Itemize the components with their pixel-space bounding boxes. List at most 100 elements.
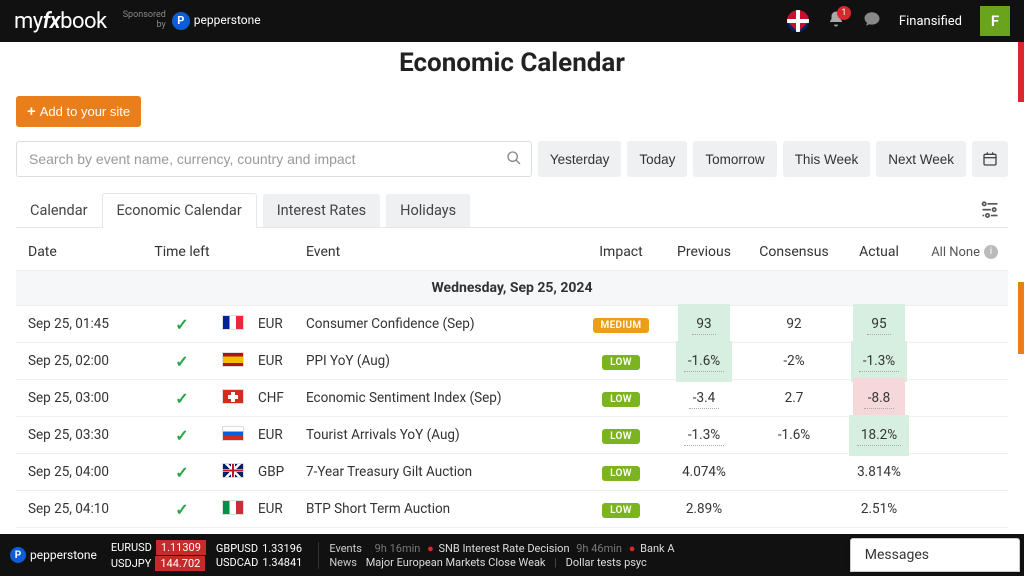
logo-book: book xyxy=(60,9,107,34)
th-previous[interactable]: Previous xyxy=(660,244,748,260)
dot-icon: ● xyxy=(629,542,636,555)
ticker-pair[interactable]: USDJPY144.702 xyxy=(111,556,206,571)
th-event[interactable]: Event xyxy=(306,244,582,260)
cell-event[interactable]: PPI YoY (Aug) xyxy=(306,353,582,369)
flag-icon xyxy=(222,389,244,404)
th-consensus[interactable]: Consensus xyxy=(748,244,840,260)
cell-impact: LOW xyxy=(582,501,660,518)
cell-consensus: 92 xyxy=(748,306,840,342)
cell-time: ✓ xyxy=(142,500,222,519)
cell-actual: 3.814% xyxy=(840,454,918,490)
tab-calendar[interactable]: Calendar xyxy=(16,194,102,227)
impact-badge: LOW xyxy=(602,392,640,407)
ticker-pair[interactable]: EURUSD1.11309 xyxy=(111,540,206,555)
cell-currency: EUR xyxy=(258,316,306,332)
ticker-event-time: 9h 16min xyxy=(375,542,421,555)
add-to-site-button[interactable]: + Add to your site xyxy=(16,96,141,127)
range-next-week[interactable]: Next Week xyxy=(876,141,966,177)
logo[interactable]: myfxbook xyxy=(14,9,107,34)
info-icon: i xyxy=(984,245,998,259)
cell-currency: EUR xyxy=(258,501,306,517)
search-input[interactable] xyxy=(16,141,532,177)
notifications-icon[interactable]: 1 xyxy=(827,10,845,33)
tab-interest-rates[interactable]: Interest Rates xyxy=(263,194,380,227)
cell-time: ✓ xyxy=(142,426,222,445)
cell-previous: -1.6% xyxy=(660,343,748,379)
tab-economic-calendar[interactable]: Economic Calendar xyxy=(102,193,257,228)
avatar[interactable]: F xyxy=(980,6,1010,36)
cell-actual: 95 xyxy=(840,306,918,342)
search-box xyxy=(16,141,532,177)
date-picker-button[interactable] xyxy=(972,141,1008,177)
flag-icon xyxy=(222,315,244,330)
sponsored-by-label: by xyxy=(123,21,166,31)
table-row[interactable]: Sep 25, 04:00 ✓ GBP 7-Year Treasury Gilt… xyxy=(16,454,1008,491)
cell-consensus: -1.6% xyxy=(748,417,840,453)
cell-consensus xyxy=(748,491,840,527)
cell-event[interactable]: Tourist Arrivals YoY (Aug) xyxy=(306,427,582,443)
ticker-event-time: 9h 46min xyxy=(576,542,622,555)
table-row[interactable]: Sep 25, 01:45 ✓ EUR Consumer Confidence … xyxy=(16,306,1008,343)
cell-flag xyxy=(222,315,258,334)
th-time-left[interactable]: Time left xyxy=(142,244,222,260)
cell-previous: 4.074% xyxy=(660,454,748,490)
cell-event[interactable]: BTP Short Term Auction xyxy=(306,501,582,517)
pepperstone-icon: P xyxy=(10,547,26,563)
settings-icon[interactable] xyxy=(972,194,1008,227)
ticker-pair[interactable]: GBPUSD1.33196 xyxy=(216,542,302,555)
cell-date: Sep 25, 04:10 xyxy=(22,501,142,517)
ticker-event-text[interactable]: SNB Interest Rate Decision xyxy=(438,542,569,555)
table-row[interactable]: Sep 25, 02:00 ✓ EUR PPI YoY (Aug) LOW -1… xyxy=(16,343,1008,380)
date-group-header: Wednesday, Sep 25, 2024 xyxy=(16,271,1008,306)
messages-panel[interactable]: Messages xyxy=(850,538,1020,572)
cell-date: Sep 25, 03:00 xyxy=(22,390,142,406)
cell-actual: 18.2% xyxy=(840,417,918,453)
sponsored-by[interactable]: Sponsored by P pepperstone xyxy=(123,11,261,31)
table-row[interactable]: Sep 25, 03:30 ✓ EUR Tourist Arrivals YoY… xyxy=(16,417,1008,454)
messages-label: Messages xyxy=(865,547,929,563)
cell-event[interactable]: Consumer Confidence (Sep) xyxy=(306,316,582,332)
flag-icon xyxy=(222,463,244,478)
logo-fx: fx xyxy=(43,9,60,34)
ticker-news-item[interactable]: Dollar tests psyc xyxy=(566,556,647,569)
cell-previous: -3.4 xyxy=(660,380,748,416)
cell-date: Sep 25, 01:45 xyxy=(22,316,142,332)
tab-holidays[interactable]: Holidays xyxy=(386,194,470,227)
impact-badge: LOW xyxy=(602,429,640,444)
cell-actual: -8.8 xyxy=(840,380,918,416)
cell-flag xyxy=(222,352,258,371)
range-yesterday[interactable]: Yesterday xyxy=(538,141,622,177)
check-icon: ✓ xyxy=(175,426,188,445)
side-accent xyxy=(1018,42,1024,442)
table-row[interactable]: Sep 25, 03:00 ✓ CHF Economic Sentiment I… xyxy=(16,380,1008,417)
range-this-week[interactable]: This Week xyxy=(783,141,871,177)
cell-event[interactable]: 7-Year Treasury Gilt Auction xyxy=(306,464,582,480)
language-flag-icon[interactable] xyxy=(787,10,809,32)
impact-badge: LOW xyxy=(602,355,640,370)
th-impact[interactable]: Impact xyxy=(582,244,660,260)
impact-badge: LOW xyxy=(602,466,640,481)
cell-currency: GBP xyxy=(258,464,306,480)
cell-consensus: 2.7 xyxy=(748,380,840,416)
th-all-none[interactable]: All Nonei xyxy=(918,245,1002,260)
range-tomorrow[interactable]: Tomorrow xyxy=(693,141,776,177)
th-date[interactable]: Date xyxy=(22,244,142,260)
cell-currency: EUR xyxy=(258,427,306,443)
tabs: Calendar Economic Calendar Interest Rate… xyxy=(16,193,1008,228)
ticker-news-item[interactable]: Major European Markets Close Weak xyxy=(366,556,546,569)
ticker-event-text[interactable]: Bank A xyxy=(640,542,674,555)
plus-icon: + xyxy=(27,103,36,120)
range-today[interactable]: Today xyxy=(627,141,687,177)
cell-time: ✓ xyxy=(142,463,222,482)
cell-flag xyxy=(222,463,258,482)
cell-event[interactable]: Economic Sentiment Index (Sep) xyxy=(306,390,582,406)
username[interactable]: Finansified xyxy=(899,14,962,29)
table-row[interactable]: Sep 25, 04:10 ✓ EUR BTP Short Term Aucti… xyxy=(16,491,1008,528)
chat-icon[interactable] xyxy=(863,10,881,33)
ticker-brand[interactable]: P pepperstone xyxy=(10,547,97,563)
cell-flag xyxy=(222,426,258,445)
th-actual[interactable]: Actual xyxy=(840,244,918,260)
cell-impact: MEDIUM xyxy=(582,316,660,333)
logo-my: my xyxy=(14,9,43,34)
ticker-pair[interactable]: USDCAD1.34841 xyxy=(216,556,302,569)
